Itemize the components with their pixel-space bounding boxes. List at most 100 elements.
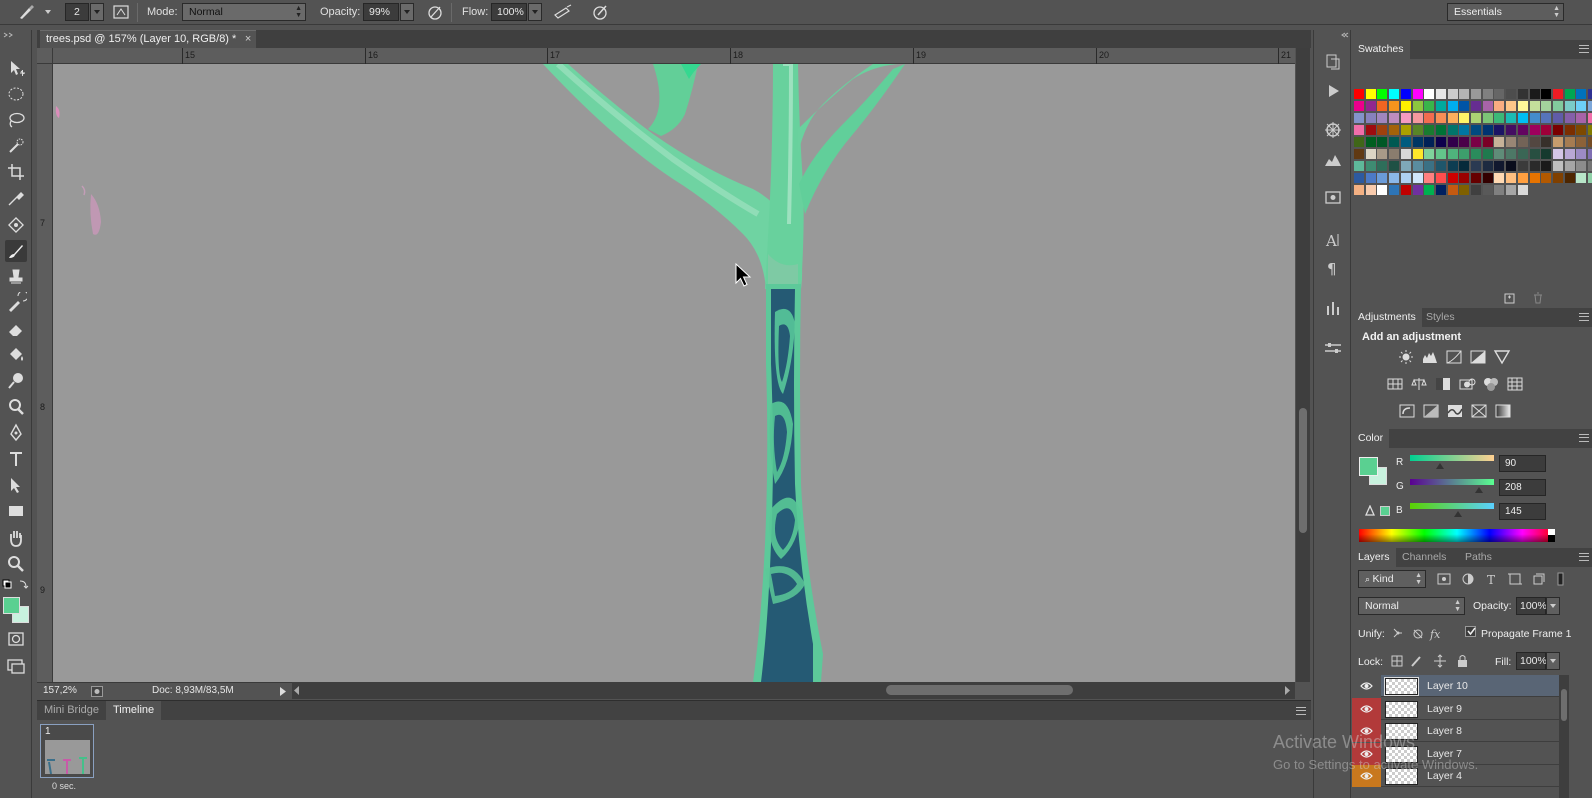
blue-slider-knob[interactable] [1453, 511, 1462, 517]
swatch[interactable] [1588, 161, 1592, 171]
green-value-field[interactable]: 208 [1499, 479, 1546, 496]
brush-tool-preset-icon[interactable] [16, 3, 36, 21]
eraser-tool[interactable] [5, 318, 27, 340]
swatch[interactable] [1576, 173, 1587, 183]
status-menu-arrow-icon[interactable] [279, 687, 287, 696]
swatch[interactable] [1541, 89, 1552, 99]
quick-selection-tool[interactable] [5, 135, 27, 157]
swatch[interactable] [1517, 173, 1528, 183]
tab-layers[interactable]: Layers [1352, 548, 1396, 567]
swatch[interactable] [1541, 161, 1552, 171]
black-white-icon[interactable] [1434, 376, 1452, 392]
swatch[interactable] [1400, 113, 1411, 123]
proof-icon[interactable] [91, 686, 103, 697]
green-slider-track[interactable] [1410, 479, 1494, 485]
swatch[interactable] [1459, 113, 1470, 123]
flow-field[interactable]: 100% [491, 3, 527, 21]
zoom-level[interactable]: 157,2% [43, 683, 77, 699]
layer-name[interactable]: Layer 8 [1427, 720, 1462, 742]
swatch[interactable] [1517, 149, 1528, 159]
swatch[interactable] [1377, 185, 1388, 195]
swatch[interactable] [1459, 173, 1470, 183]
new-swatch-icon[interactable] [1504, 292, 1516, 304]
swatch[interactable] [1588, 125, 1592, 135]
timeline-frame[interactable]: 1 [40, 724, 94, 778]
swatch[interactable] [1541, 125, 1552, 135]
color-balance-icon[interactable] [1410, 376, 1428, 392]
selective-color-icon[interactable] [1470, 403, 1488, 419]
swatch[interactable] [1552, 125, 1563, 135]
layer-row[interactable]: Layer 9 [1352, 697, 1559, 720]
swatch[interactable] [1529, 89, 1540, 99]
histogram-icon[interactable] [1323, 150, 1343, 170]
swatch[interactable] [1412, 161, 1423, 171]
swatch[interactable] [1354, 125, 1364, 135]
swatch[interactable] [1552, 113, 1563, 123]
swatch[interactable] [1494, 161, 1505, 171]
layer-row[interactable]: Layer 10 [1352, 675, 1559, 697]
swatch[interactable] [1541, 137, 1552, 147]
swatch[interactable] [1517, 125, 1528, 135]
swatch[interactable] [1354, 185, 1364, 195]
swatch[interactable] [1424, 137, 1435, 147]
swatch[interactable] [1541, 113, 1552, 123]
swatch[interactable] [1435, 149, 1446, 159]
swatch[interactable] [1459, 89, 1470, 99]
swatch[interactable] [1576, 89, 1587, 99]
swatch[interactable] [1588, 173, 1592, 183]
swatch[interactable] [1354, 113, 1364, 123]
layer-visibility-toggle[interactable] [1352, 675, 1381, 697]
swatch[interactable] [1588, 137, 1592, 147]
layer-opacity-dropdown[interactable] [1546, 597, 1560, 615]
swatch[interactable] [1435, 113, 1446, 123]
vibrance-icon[interactable] [1493, 349, 1511, 365]
scroll-thumb[interactable] [886, 685, 1073, 695]
swatch[interactable] [1552, 173, 1563, 183]
swatch[interactable] [1377, 149, 1388, 159]
swatch[interactable] [1564, 137, 1575, 147]
swatch[interactable] [1471, 113, 1481, 123]
screen-mode-icon[interactable] [5, 655, 27, 677]
opacity-field[interactable]: 99% [363, 3, 399, 21]
swatch[interactable] [1471, 185, 1481, 195]
horizontal-ruler[interactable]: 15 16 17 18 19 20 21 [53, 48, 1295, 64]
swatch[interactable] [1564, 101, 1575, 111]
zoom-tool[interactable] [5, 553, 27, 575]
scroll-thumb[interactable] [1561, 689, 1567, 721]
swatch[interactable] [1424, 149, 1435, 159]
swatch[interactable] [1447, 113, 1458, 123]
layers-scrollbar[interactable] [1559, 675, 1569, 798]
swatch[interactable] [1435, 173, 1446, 183]
color-lookup-icon[interactable] [1506, 376, 1524, 392]
swatch[interactable] [1424, 185, 1435, 195]
swatch[interactable] [1389, 149, 1400, 159]
move-tool[interactable] [5, 57, 27, 79]
brush-picker-dropdown[interactable] [90, 3, 104, 21]
hand-tool[interactable] [5, 527, 27, 549]
swatch[interactable] [1541, 149, 1552, 159]
brightness-contrast-icon[interactable] [1397, 349, 1415, 365]
swatch[interactable] [1400, 125, 1411, 135]
swatch[interactable] [1365, 161, 1376, 171]
swatch[interactable] [1447, 173, 1458, 183]
color-spectrum-ramp[interactable] [1359, 529, 1555, 542]
swatch[interactable] [1365, 101, 1376, 111]
blue-value-field[interactable]: 145 [1499, 503, 1546, 520]
swatch[interactable] [1365, 113, 1376, 123]
swatch[interactable] [1400, 149, 1411, 159]
swatch[interactable] [1494, 137, 1505, 147]
pressure-opacity-icon[interactable] [425, 3, 445, 21]
swatch[interactable] [1482, 101, 1493, 111]
swatch[interactable] [1447, 149, 1458, 159]
ruler-origin[interactable] [37, 48, 53, 64]
swatch[interactable] [1400, 161, 1411, 171]
swatch[interactable] [1564, 149, 1575, 159]
swatch[interactable] [1400, 101, 1411, 111]
swatch[interactable] [1459, 185, 1470, 195]
swatch[interactable] [1564, 89, 1575, 99]
lock-icons[interactable] [1390, 653, 1470, 669]
tab-mini-bridge[interactable]: Mini Bridge [37, 701, 106, 720]
swatch[interactable] [1517, 89, 1528, 99]
foreground-color-swatch[interactable] [1359, 457, 1378, 476]
swatch[interactable] [1424, 173, 1435, 183]
